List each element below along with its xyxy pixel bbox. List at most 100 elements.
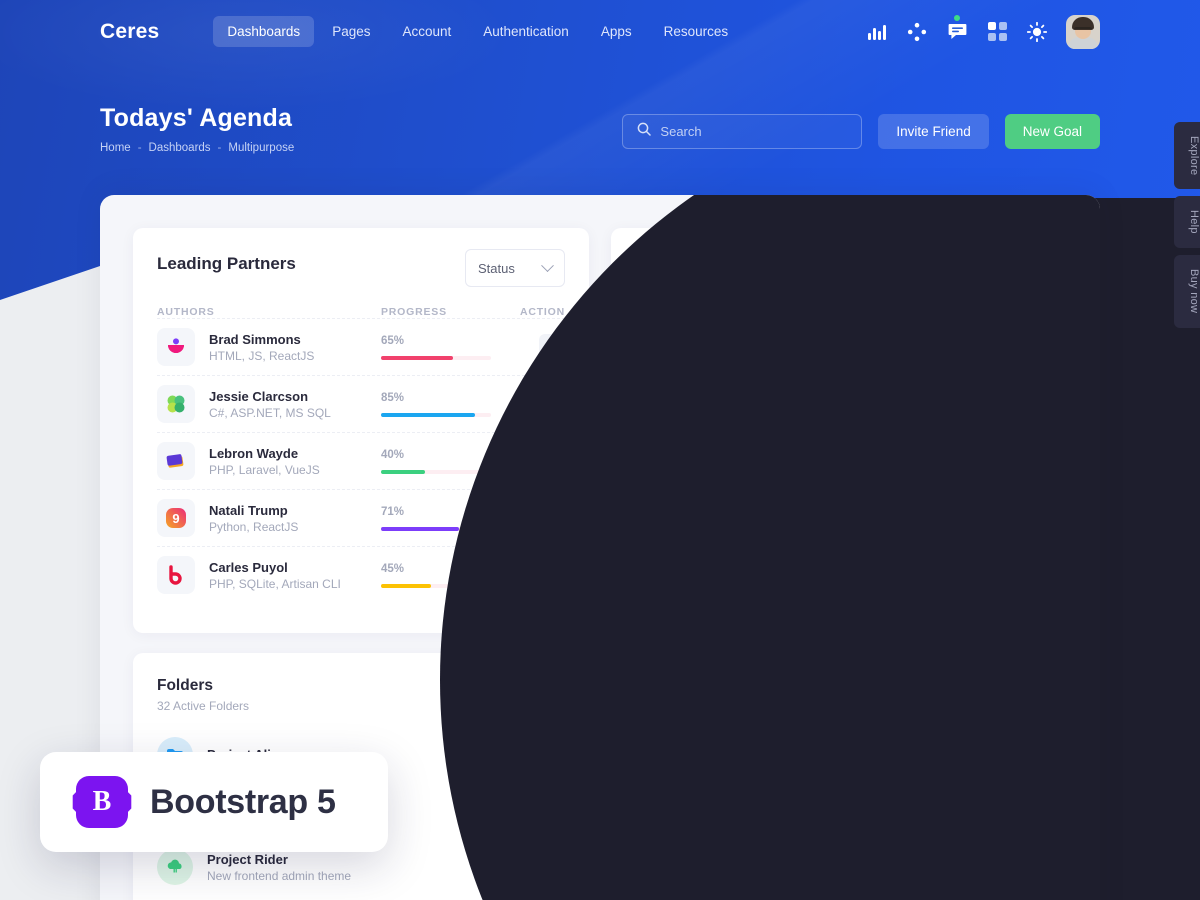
grid-icon[interactable] <box>986 21 1008 43</box>
table-row[interactable]: Carles Puyol PHP, SQLite, Artisan CLI 45… <box>157 546 565 603</box>
folder-file-count: 24 files <box>506 801 565 821</box>
bar <box>929 376 949 418</box>
breadcrumb: Home - Dashboards - Multipurpose <box>100 142 294 154</box>
trends-title: Trends <box>635 677 686 694</box>
nav-item-pages[interactable]: Pages <box>318 16 384 47</box>
avatar-glasses <box>1074 26 1092 32</box>
table-row[interactable]: 9 Natali Trump Python, ReactJS 71% <box>157 489 565 546</box>
breadcrumb-separator: - <box>217 142 222 154</box>
side-tabs: Explore Help Buy now <box>1174 122 1200 328</box>
list-item[interactable]: Popular Authors Randy, Steve, Mike +280$ <box>635 783 1043 841</box>
partner-name: Jessie Clarcson <box>209 388 309 404</box>
avatar[interactable] <box>1066 14 1100 49</box>
trend-amount: +280$ <box>990 802 1043 822</box>
nav-item-resources[interactable]: Resources <box>650 16 743 47</box>
progress-percent: 85% <box>381 391 405 404</box>
trend-amount: +4500$ <box>984 860 1043 880</box>
duplicate-icon <box>879 470 892 484</box>
brand-logo[interactable]: Ceres <box>100 20 159 44</box>
gauge-percent: 68% <box>696 516 742 541</box>
nav-item-account[interactable]: Account <box>388 16 465 47</box>
partner-avatar <box>157 328 195 366</box>
progress-fill <box>381 469 425 474</box>
partner-info: Carles Puyol PHP, SQLite, Artisan CLI <box>209 560 381 591</box>
breadcrumb-separator: - <box>137 142 142 154</box>
folder-file-count: 75 files <box>506 857 565 877</box>
nav-item-dashboards[interactable]: Dashboards <box>213 16 315 47</box>
table-row[interactable]: Jessie Clarcson C#, ASP.NET, MS SQL 85% <box>157 375 565 432</box>
breadcrumb-home[interactable]: Home <box>100 142 131 154</box>
search-box[interactable] <box>622 114 863 149</box>
invite-friend-button[interactable]: Invite Friend <box>878 114 989 149</box>
sparkle-icon[interactable] <box>906 21 928 43</box>
side-tab-explore[interactable]: Explore <box>1174 122 1200 190</box>
search-input[interactable] <box>660 124 848 139</box>
nav-item-authentication[interactable]: Authentication <box>469 16 583 47</box>
more-options-icon[interactable] <box>539 505 565 531</box>
progress-track <box>381 355 491 360</box>
trend-name: Top Authors <box>685 738 761 754</box>
targets-value: 730 <box>869 250 913 280</box>
more-options-icon[interactable] <box>539 562 565 588</box>
bar <box>1045 390 1065 418</box>
new-target-card: Cereate Observe Export PDF New Target % <box>849 442 1065 639</box>
side-tab-buy-now[interactable]: Buy now <box>1174 255 1200 328</box>
partner-skills: Python, ReactJS <box>209 519 299 534</box>
nav-item-apps[interactable]: Apps <box>587 16 646 47</box>
chat-icon[interactable] <box>946 14 968 43</box>
progress-track <box>381 583 491 588</box>
partners-table-header: AUTHORS PROGRESS ACTION <box>157 306 565 318</box>
more-options-icon[interactable] <box>539 334 565 360</box>
weekly-followers-gauge-card: 68% Weekly Followers ! Only New Users <box>611 442 827 632</box>
partner-avatar: 9 <box>157 499 195 537</box>
grid-options-icon[interactable] <box>1029 680 1043 694</box>
trend-desc: John, Pat, Jimmy <box>685 871 778 886</box>
leading-partners-card: Leading Partners Status AUTHORS PROGRESS… <box>133 228 589 633</box>
main-nav: Dashboards Pages Account Authentication … <box>213 16 742 47</box>
person-illustration: % <box>946 467 1065 634</box>
list-item[interactable]: New Users John, Pat, Jimmy +4500$ <box>635 841 1043 899</box>
targets-bar-chart <box>871 328 1065 418</box>
status-dropdown[interactable]: Status <box>465 249 565 287</box>
side-tab-help[interactable]: Help <box>1174 196 1200 249</box>
new-goal-button[interactable]: New Goal <box>1004 114 1100 149</box>
partner-action <box>507 562 565 588</box>
trend-name: Popular Authors <box>685 796 787 812</box>
breadcrumb-dashboards[interactable]: Dashboards <box>149 142 211 154</box>
partner-info: Brad Simmons HTML, JS, ReactJS <box>209 332 381 363</box>
partner-avatar <box>157 556 195 594</box>
column-progress: PROGRESS <box>381 306 447 318</box>
partner-name: Natali Trump <box>209 502 288 518</box>
list-item[interactable]: Top Authors Mark, Rowling, Esther +82$ <box>635 725 1043 783</box>
partner-progress: 45% <box>381 563 507 588</box>
partner-action <box>507 505 565 531</box>
partner-name: Carles Puyol <box>209 559 288 575</box>
navbar-actions <box>866 14 1200 49</box>
partner-progress: 71% <box>381 506 507 531</box>
table-row[interactable]: Lebron Wayde PHP, Laravel, VueJS 40% <box>157 432 565 489</box>
more-options-icon[interactable] <box>539 391 565 417</box>
partner-avatar <box>157 385 195 423</box>
table-row[interactable]: Brad Simmons HTML, JS, ReactJS 65% <box>157 318 565 375</box>
hero-actions: Invite Friend New Goal <box>622 114 1100 149</box>
more-options-icon[interactable] <box>539 448 565 474</box>
followers-value: 6.2k <box>631 250 682 280</box>
trend-info: New Users John, Pat, Jimmy <box>685 855 777 886</box>
page-title: Todays' Agenda <box>100 104 293 132</box>
bootstrap-badge-label: Bootstrap 5 <box>150 782 336 821</box>
weekly-followers-card: 6.2k Weekly New Followers <box>611 228 827 418</box>
bootstrap-logo-letter: B <box>92 786 112 817</box>
chart-bar-icon[interactable] <box>866 21 888 43</box>
bar <box>871 401 891 418</box>
top-cards-row: Leading Partners Status AUTHORS PROGRESS… <box>133 228 1065 639</box>
weekly-targets-card: 730 My Weekly Targets <box>849 228 1065 418</box>
notification-dot <box>954 14 960 21</box>
partner-name: Lebron Wayde <box>209 445 299 461</box>
brightness-icon[interactable] <box>1026 21 1048 43</box>
trend-desc: Mark, Rowling, Esther <box>685 755 803 770</box>
grid-options-icon[interactable] <box>551 680 565 694</box>
followers-label: Weekly New Followers <box>631 286 758 300</box>
partner-progress: 40% <box>381 449 507 474</box>
bar <box>958 328 978 418</box>
duplicate-icon <box>879 528 892 542</box>
